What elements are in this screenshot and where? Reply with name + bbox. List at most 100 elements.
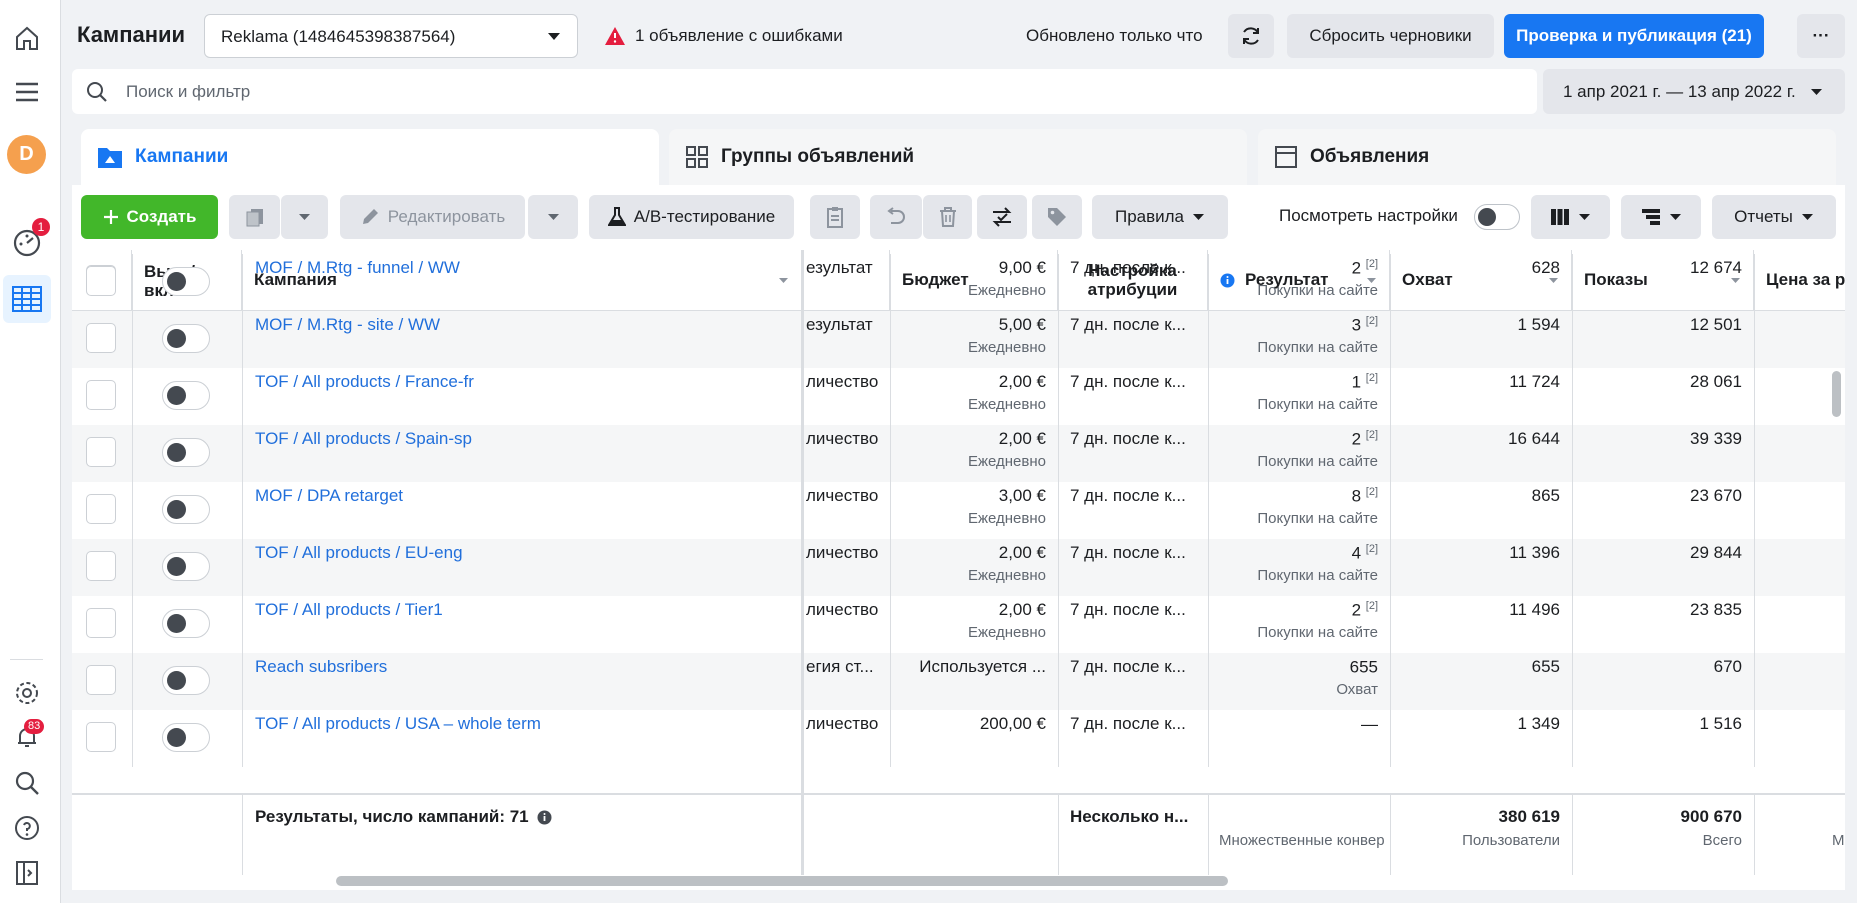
settings-gear-icon[interactable] — [12, 678, 42, 708]
view-settings-label: Посмотреть настройки — [1279, 206, 1458, 225]
columns-button[interactable] — [1531, 195, 1610, 239]
table-row[interactable]: TOF / All products / Spain-sp личество 2… — [72, 425, 1845, 482]
date-range-picker[interactable]: 1 апр 2021 г. — 13 апр 2022 г. — [1543, 69, 1845, 114]
ab-test-button[interactable]: A/B-тестирование — [589, 195, 794, 239]
tab-ad-sets[interactable]: Группы объявлений — [669, 129, 1247, 185]
account-selector[interactable]: Reklama (1484645398387564) — [204, 14, 578, 58]
campaign-name-link[interactable]: Reach subsribers — [255, 657, 387, 677]
row-checkbox[interactable] — [86, 266, 116, 296]
campaign-toggle[interactable] — [162, 381, 210, 410]
campaign-name-link[interactable]: MOF / M.Rtg - funnel / WW — [255, 258, 460, 278]
tab-ads[interactable]: Объявления — [1258, 129, 1836, 185]
caret-down-icon — [1810, 88, 1822, 95]
row-checkbox[interactable] — [86, 665, 116, 695]
campaign-toggle[interactable] — [162, 267, 210, 296]
result-value: 1 [2] — [1208, 372, 1378, 393]
error-notice[interactable]: 1 объявление с ошибками — [604, 26, 843, 46]
review-publish-button[interactable]: Проверка и публикация (21) — [1504, 14, 1764, 58]
campaigns-table: Выкл/ вкл Кампания Бюджет Настройка атри… — [72, 250, 1845, 875]
campaign-toggle[interactable] — [162, 552, 210, 581]
tab-campaigns[interactable]: Кампании — [81, 129, 659, 185]
clipboard-button[interactable] — [810, 195, 860, 239]
impressions-value: 23 670 — [1690, 486, 1742, 505]
caret-down-icon — [1579, 214, 1590, 220]
reports-dropdown[interactable]: Отчеты — [1712, 195, 1836, 239]
edit-label: Редактировать — [387, 207, 506, 226]
result-number: 3 — [1351, 315, 1362, 335]
campaign-name-link[interactable]: MOF / DPA retarget — [255, 486, 403, 506]
create-button[interactable]: Создать — [81, 195, 218, 239]
campaign-name-link[interactable]: TOF / All products / France-fr — [255, 372, 474, 392]
result-number: 2 — [1351, 600, 1362, 620]
delete-button[interactable] — [923, 195, 972, 239]
refresh-button[interactable] — [1228, 14, 1274, 58]
campaign-toggle[interactable] — [162, 438, 210, 467]
table-row[interactable]: MOF / M.Rtg - site / WW езультат 5,00 € … — [72, 311, 1845, 368]
campaign-toggle[interactable] — [162, 324, 210, 353]
home-icon[interactable] — [12, 23, 42, 53]
discard-drafts-button[interactable]: Сбросить черновики — [1287, 14, 1494, 58]
table-row[interactable]: TOF / All products / EU-eng личество 2,0… — [72, 539, 1845, 596]
row-checkbox[interactable] — [86, 323, 116, 353]
breakdown-button[interactable] — [1621, 195, 1701, 239]
breakdown-icon — [1641, 209, 1660, 225]
row-checkbox[interactable] — [86, 437, 116, 467]
menu-icon[interactable] — [12, 77, 42, 107]
bid-strategy-text: личество — [806, 543, 879, 562]
duplicate-dropdown[interactable] — [281, 195, 328, 239]
budget-value: Используется ... — [919, 657, 1046, 676]
edit-button[interactable]: Редактировать — [340, 195, 525, 239]
row-checkbox[interactable] — [86, 722, 116, 752]
campaign-name-link[interactable]: MOF / M.Rtg - site / WW — [255, 315, 440, 335]
horizontal-scrollbar[interactable] — [336, 876, 1228, 886]
row-checkbox[interactable] — [86, 380, 116, 410]
avatar[interactable]: D — [7, 135, 46, 174]
budget-period: Ежедневно — [967, 510, 1046, 527]
search-bar — [72, 69, 1537, 114]
ads-badge: 1 — [32, 218, 50, 236]
campaign-toggle[interactable] — [162, 666, 210, 695]
result-value: 2 [2] — [1208, 600, 1378, 621]
campaign-toggle[interactable] — [162, 609, 210, 638]
plus-icon — [103, 210, 118, 224]
table-row[interactable]: MOF / M.Rtg - funnel / WW езультат 9,00 … — [72, 254, 1845, 311]
table-row[interactable]: MOF / DPA retarget личество 3,00 € Ежедн… — [72, 482, 1845, 539]
undo-button[interactable] — [870, 195, 922, 239]
updated-status: Обновлено только что — [1026, 26, 1203, 45]
budget-value: 2,00 € — [998, 429, 1046, 448]
vertical-scrollbar[interactable] — [1832, 371, 1841, 417]
campaign-name-link[interactable]: TOF / All products / Tier1 — [255, 600, 443, 620]
help-icon[interactable] — [12, 813, 42, 843]
grid-icon — [686, 146, 708, 168]
search-icon[interactable] — [12, 768, 42, 798]
campaign-name-link[interactable]: TOF / All products / Spain-sp — [255, 429, 472, 449]
compare-button[interactable] — [977, 195, 1027, 239]
more-options-button[interactable]: ··· — [1797, 14, 1845, 58]
summary-cost-sub: М — [1832, 832, 1845, 849]
campaign-name-link[interactable]: TOF / All products / EU-eng — [255, 543, 463, 563]
campaign-toggle[interactable] — [162, 723, 210, 752]
row-checkbox[interactable] — [86, 608, 116, 638]
summary-reach: 380 619 — [1498, 807, 1560, 826]
attribution-value: 7 дн. после к... — [1070, 315, 1186, 334]
view-settings-toggle[interactable] — [1474, 204, 1520, 230]
table-row[interactable]: TOF / All products / USA – whole term ли… — [72, 710, 1845, 767]
tag-button[interactable] — [1032, 195, 1082, 239]
campaigns-table-nav[interactable] — [3, 275, 51, 323]
result-type: Покупки на сайте — [1257, 567, 1378, 584]
impressions-value: 29 844 — [1690, 543, 1742, 562]
rules-dropdown[interactable]: Правила — [1092, 195, 1228, 239]
row-checkbox[interactable] — [86, 494, 116, 524]
reach-value: 11 396 — [1509, 543, 1560, 562]
row-checkbox[interactable] — [86, 551, 116, 581]
edit-dropdown[interactable] — [528, 195, 578, 239]
campaign-name-link[interactable]: TOF / All products / USA – whole term — [255, 714, 541, 734]
collapse-panel-icon[interactable] — [12, 858, 42, 888]
table-row[interactable]: TOF / All products / Tier1 личество 2,00… — [72, 596, 1845, 653]
search-input[interactable] — [126, 81, 1326, 102]
table-row[interactable]: TOF / All products / France-fr личество … — [72, 368, 1845, 425]
duplicate-button[interactable] — [229, 195, 280, 239]
attribution-value: 7 дн. после к... — [1070, 600, 1186, 619]
table-row[interactable]: Reach subsribers егия ст... Используется… — [72, 653, 1845, 710]
campaign-toggle[interactable] — [162, 495, 210, 524]
